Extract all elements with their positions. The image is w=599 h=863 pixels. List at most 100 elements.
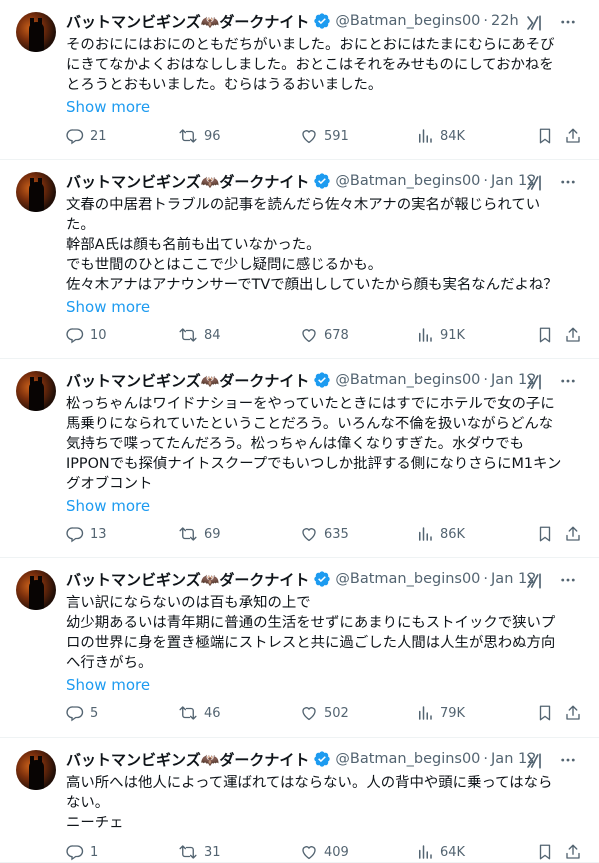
- tweet-text: 松っちゃんはワイドナショーをやっていたときにはすでにホテルで女の子に 馬乗りになら…: [66, 394, 585, 494]
- like-button[interactable]: 678: [300, 326, 349, 344]
- author-name[interactable]: バットマンビギンズ🦇ダークナイト: [66, 569, 309, 590]
- avatar[interactable]: [16, 371, 56, 411]
- more-options-icon[interactable]: [559, 13, 577, 31]
- repost-count: 96: [204, 128, 221, 144]
- reply-button[interactable]: 5: [66, 704, 98, 722]
- share-button[interactable]: [564, 704, 588, 722]
- tweet-text-line: にきてなかよくおはなししました。おとこはそれをみせものにしておかねを: [66, 57, 554, 73]
- share-icon: [564, 704, 588, 722]
- views-button[interactable]: 91K: [416, 326, 465, 344]
- tweet-text-line: 気持ちで喋ってたんだろう。松っちゃんは偉くなりすぎた。水ダウでも: [66, 436, 525, 452]
- like-button[interactable]: 409: [300, 843, 349, 861]
- share-button[interactable]: [564, 127, 588, 145]
- views-count: 79K: [440, 705, 466, 721]
- reply-button[interactable]: 13: [66, 525, 107, 543]
- tweet-text-line: た。: [66, 217, 95, 233]
- author-name[interactable]: バットマンビギンズ🦇ダークナイト: [66, 171, 309, 192]
- author-name[interactable]: バットマンビギンズ🦇ダークナイト: [66, 11, 309, 32]
- bookmark-button[interactable]: [536, 843, 560, 861]
- tweet-text-line: 松っちゃんはワイドナショーをやっていたときにはすでにホテルで女の子に: [66, 396, 555, 412]
- reply-icon: [66, 704, 90, 722]
- bookmark-icon: [536, 525, 560, 543]
- repost-button[interactable]: 31: [178, 843, 221, 861]
- author-handle[interactable]: @Batman_begins00: [335, 173, 480, 189]
- tweet-text-line: とろうとおもいました。むらはうるおいました。: [66, 77, 383, 93]
- views-button[interactable]: 84K: [416, 127, 465, 145]
- author-name[interactable]: バットマンビギンズ🦇ダークナイト: [66, 370, 309, 391]
- avatar[interactable]: [16, 12, 56, 52]
- share-button[interactable]: [564, 525, 588, 543]
- like-count: 591: [324, 128, 349, 144]
- author-name[interactable]: バットマンビギンズ🦇ダークナイト: [66, 749, 309, 770]
- repost-button[interactable]: 46: [178, 704, 221, 722]
- reply-icon: [66, 525, 90, 543]
- tweet-timestamp[interactable]: 22h: [491, 13, 519, 29]
- grok-icon[interactable]: [525, 373, 543, 391]
- repost-icon: [178, 704, 204, 722]
- reply-icon: [66, 843, 90, 861]
- show-more-link[interactable]: Show more: [66, 97, 585, 117]
- repost-icon: [178, 525, 204, 543]
- reply-count: 5: [90, 705, 99, 721]
- more-options-icon[interactable]: [559, 751, 577, 769]
- heart-icon: [300, 525, 324, 543]
- grok-icon[interactable]: [525, 752, 543, 770]
- show-more-link[interactable]: Show more: [66, 297, 585, 317]
- tweet[interactable]: バットマンビギンズ🦇ダークナイト @Batman_begins00 · Jan …: [0, 558, 599, 738]
- reply-button[interactable]: 1: [66, 843, 98, 861]
- avatar[interactable]: [16, 172, 56, 212]
- share-button[interactable]: [564, 843, 588, 861]
- views-count: 91K: [440, 327, 466, 343]
- views-button[interactable]: 86K: [416, 525, 465, 543]
- tweet-text-line: 文春の中居君トラブルの記事を読んだら佐々木アナの実名が報じられてい: [66, 197, 541, 213]
- like-button[interactable]: 635: [300, 525, 349, 543]
- repost-icon: [178, 127, 204, 145]
- grok-icon[interactable]: [525, 572, 543, 590]
- author-handle[interactable]: @Batman_begins00: [335, 372, 480, 388]
- more-options-icon[interactable]: [559, 571, 577, 589]
- grok-icon[interactable]: [525, 174, 543, 192]
- repost-button[interactable]: 69: [178, 525, 221, 543]
- repost-icon: [178, 326, 204, 344]
- bookmark-button[interactable]: [536, 704, 560, 722]
- tweet-actions: 13 69 635 86K: [66, 525, 585, 545]
- repost-button[interactable]: 96: [178, 127, 221, 145]
- views-button[interactable]: 79K: [416, 704, 465, 722]
- tweet[interactable]: バットマンビギンズ🦇ダークナイト @Batman_begins00 · Jan …: [0, 160, 599, 359]
- tweet-text-line: へ行きがち。: [66, 655, 153, 671]
- more-options-icon[interactable]: [559, 173, 577, 191]
- show-more-link[interactable]: Show more: [66, 496, 585, 516]
- like-button[interactable]: 591: [300, 127, 349, 145]
- tweet-actions: 1 31 409 64K: [66, 843, 585, 863]
- repost-button[interactable]: 84: [178, 326, 221, 344]
- tweet[interactable]: バットマンビギンズ🦇ダークナイト @Batman_begins00 · Jan …: [0, 359, 599, 558]
- tweet[interactable]: バットマンビギンズ🦇ダークナイト @Batman_begins00 · Jan …: [0, 738, 599, 863]
- avatar[interactable]: [16, 570, 56, 610]
- show-more-link[interactable]: Show more: [66, 675, 585, 695]
- reply-icon: [66, 326, 90, 344]
- views-button[interactable]: 64K: [416, 843, 465, 861]
- separator-dot: ·: [483, 13, 489, 29]
- author-handle[interactable]: @Batman_begins00: [335, 571, 480, 587]
- repost-icon: [178, 843, 204, 861]
- bookmark-button[interactable]: [536, 127, 560, 145]
- author-handle[interactable]: @Batman_begins00: [335, 13, 480, 29]
- avatar[interactable]: [16, 750, 56, 790]
- verified-badge-icon: [313, 750, 331, 768]
- share-button[interactable]: [564, 326, 588, 344]
- tweet[interactable]: バットマンビギンズ🦇ダークナイト @Batman_begins00 · 22h …: [0, 0, 599, 160]
- bookmark-button[interactable]: [536, 525, 560, 543]
- reply-button[interactable]: 21: [66, 127, 107, 145]
- heart-icon: [300, 127, 324, 145]
- grok-icon[interactable]: [525, 14, 543, 32]
- tweet-text-line: でも世間のひとはここで少し疑問に感じるかも。: [66, 257, 383, 273]
- tweet-text-line: ない。: [66, 795, 110, 811]
- author-handle[interactable]: @Batman_begins00: [335, 751, 480, 767]
- more-options-icon[interactable]: [559, 372, 577, 390]
- tweet-text-line: 言い訳にならないのは百も承知の上で: [66, 595, 311, 611]
- reply-button[interactable]: 10: [66, 326, 107, 344]
- reply-count: 1: [90, 844, 99, 860]
- views-chart-icon: [416, 525, 440, 543]
- like-button[interactable]: 502: [300, 704, 349, 722]
- bookmark-button[interactable]: [536, 326, 560, 344]
